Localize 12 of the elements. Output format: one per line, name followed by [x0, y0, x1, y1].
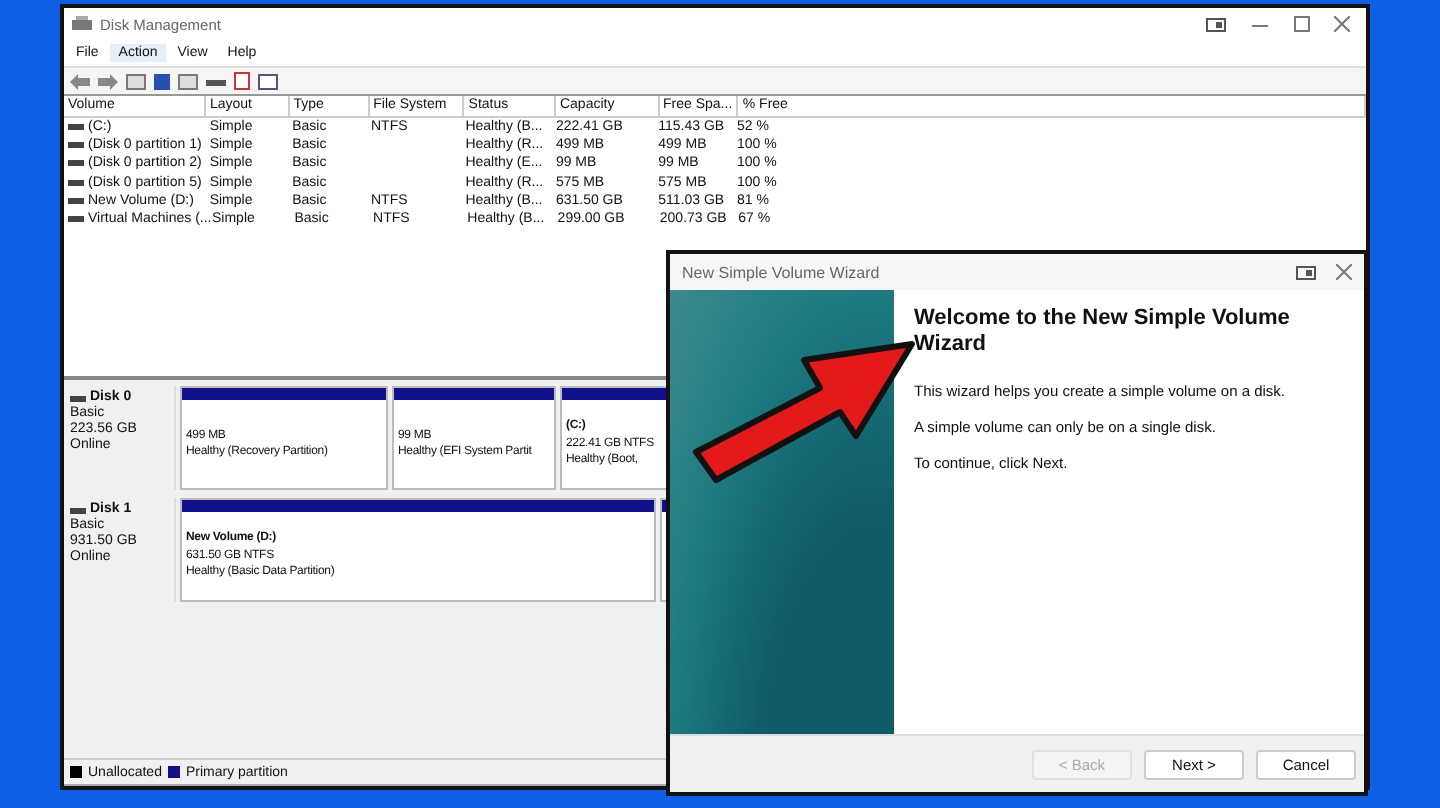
- back-arrow-icon[interactable]: [70, 73, 90, 89]
- wizard-heading: Welcome to the New Simple Volume Wizard: [914, 306, 1292, 358]
- snap-icon[interactable]: [1206, 17, 1226, 31]
- close-icon[interactable]: [1334, 16, 1350, 32]
- dialog-title: New Simple Volume Wizard: [682, 263, 880, 281]
- list-view-icon[interactable]: [178, 73, 198, 89]
- window-icon[interactable]: [258, 73, 278, 89]
- maximize-icon[interactable]: [1294, 16, 1310, 32]
- forward-arrow-icon[interactable]: [98, 73, 118, 89]
- close-icon[interactable]: [1336, 264, 1352, 280]
- properties-icon[interactable]: [126, 73, 146, 89]
- snap-icon[interactable]: [1296, 265, 1316, 279]
